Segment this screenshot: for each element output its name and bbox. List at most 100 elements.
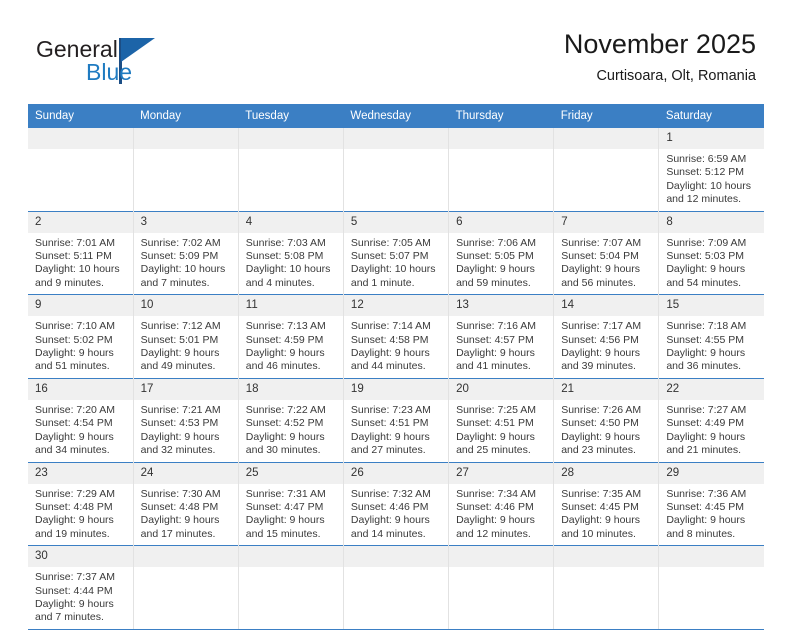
sunset-text: Sunset: 4:46 PM <box>456 500 534 513</box>
sunset-text: Sunset: 4:45 PM <box>666 500 744 513</box>
sunrise-text: Sunrise: 7:25 AM <box>456 403 537 416</box>
day-cell-empty <box>553 128 660 212</box>
day-cell-21[interactable]: 21 Sunrise: 7:26 AM Sunset: 4:50 PM Dayligh… <box>553 377 660 462</box>
daylight-text-cont: and 54 minutes. <box>666 276 742 289</box>
day-cell-6[interactable]: 6 Sunrise: 7:06 AM Sunset: 5:05 PM Daylight… <box>448 210 555 295</box>
day-cell-empty <box>237 128 344 212</box>
day-details: Sunrise: 7:22 AM Sunset: 4:52 PM Daylight:… <box>239 400 343 462</box>
day-number <box>554 128 659 149</box>
day-number: 11 <box>238 295 343 317</box>
day-number <box>343 546 449 568</box>
sunset-text: Sunset: 5:05 PM <box>456 250 534 263</box>
day-cell-22[interactable]: 22 Sunrise: 7:27 AM Sunset: 4:49 PM Dayligh… <box>658 377 764 462</box>
sunrise-text: Sunrise: 7:01 AM <box>35 236 115 249</box>
sunset-text: Sunset: 4:56 PM <box>561 333 639 346</box>
daylight-text: Daylight: 10 hours <box>666 179 751 192</box>
sunset-text: Sunset: 4:59 PM <box>245 333 324 346</box>
day-cell-28[interactable]: 28 Sunrise: 7:35 AM Sunset: 4:45 PM Dayligh… <box>553 461 660 546</box>
sunrise-text: Sunrise: 7:31 AM <box>245 487 326 500</box>
day-cell-11[interactable]: 11 Sunrise: 7:13 AM Sunset: 4:59 PM Dayligh… <box>237 294 344 379</box>
day-number: 4 <box>238 211 343 233</box>
day-number: 22 <box>659 378 764 400</box>
sunrise-text: Sunrise: 7:05 AM <box>350 236 431 249</box>
sunset-text: Sunset: 4:47 PM <box>245 500 324 513</box>
day-cell-15[interactable]: 15 Sunrise: 7:18 AM Sunset: 4:55 PM Dayligh… <box>658 294 764 379</box>
day-cell-3[interactable]: 3 Sunrise: 7:02 AM Sunset: 5:09 PM Daylight… <box>132 210 239 295</box>
daylight-text-cont: and 36 minutes. <box>666 360 742 373</box>
sunset-text: Sunset: 5:04 PM <box>561 250 639 263</box>
day-cell-16[interactable]: 16 Sunrise: 7:20 AM Sunset: 4:54 PM Dayligh… <box>28 377 134 462</box>
sunrise-text: Sunrise: 7:14 AM <box>350 320 431 333</box>
daylight-text: Daylight: 9 hours <box>245 347 325 360</box>
day-cell-23[interactable]: 23 Sunrise: 7:29 AM Sunset: 4:48 PM Dayligh… <box>28 461 134 546</box>
day-details: Sunrise: 7:25 AM Sunset: 4:51 PM Daylight:… <box>449 400 553 462</box>
sunrise-text: Sunrise: 7:07 AM <box>561 236 642 249</box>
calendar-week-row: 23 Sunrise: 7:29 AM Sunset: 4:48 PM Dayligh… <box>28 461 764 546</box>
day-cell-12[interactable]: 12 Sunrise: 7:14 AM Sunset: 4:58 PM Dayligh… <box>342 294 450 379</box>
day-cell-1[interactable]: 1 Sunrise: 6:59 AM Sunset: 5:12 PM Daylight… <box>658 128 764 212</box>
sunrise-text: Sunrise: 6:59 AM <box>666 153 747 165</box>
daylight-text-cont: and 30 minutes. <box>245 444 321 457</box>
sunrise-text: Sunrise: 7:20 AM <box>35 403 115 416</box>
daylight-text: Daylight: 9 hours <box>666 347 746 360</box>
daylight-text: Daylight: 9 hours <box>456 514 535 527</box>
day-cell-24[interactable]: 24 Sunrise: 7:30 AM Sunset: 4:48 PM Dayligh… <box>132 461 239 546</box>
daylight-text: Daylight: 9 hours <box>666 514 746 527</box>
sunrise-text: Sunrise: 7:22 AM <box>245 403 326 416</box>
sunset-text: Sunset: 4:51 PM <box>456 417 534 430</box>
day-details: Sunrise: 7:34 AM Sunset: 4:46 PM Daylight:… <box>449 484 553 546</box>
sunrise-text: Sunrise: 7:34 AM <box>456 487 537 500</box>
daylight-text: Daylight: 9 hours <box>245 430 325 443</box>
day-details: Sunrise: 7:37 AM Sunset: 4:44 PM Daylight:… <box>28 567 133 629</box>
day-details: Sunrise: 7:36 AM Sunset: 4:45 PM Daylight:… <box>659 484 764 546</box>
daylight-text-cont: and 51 minutes. <box>35 360 110 373</box>
day-cell-29[interactable]: 29 Sunrise: 7:36 AM Sunset: 4:45 PM Dayligh… <box>658 461 764 546</box>
sunrise-text: Sunrise: 7:02 AM <box>140 236 221 249</box>
sunrise-text: Sunrise: 7:23 AM <box>350 403 431 416</box>
day-number <box>449 128 554 149</box>
day-cell-10[interactable]: 10 Sunrise: 7:12 AM Sunset: 5:01 PM Dayligh… <box>132 294 239 379</box>
day-cell-26[interactable]: 26 Sunrise: 7:32 AM Sunset: 4:46 PM Dayligh… <box>342 461 450 546</box>
daylight-text-cont: and 9 minutes. <box>35 276 104 289</box>
day-cell-25[interactable]: 25 Sunrise: 7:31 AM Sunset: 4:47 PM Dayligh… <box>237 461 344 546</box>
day-cell-18[interactable]: 18 Sunrise: 7:22 AM Sunset: 4:52 PM Dayligh… <box>237 377 344 462</box>
sunset-text: Sunset: 5:09 PM <box>140 250 219 263</box>
sunset-text: Sunset: 4:54 PM <box>35 417 113 430</box>
day-cell-5[interactable]: 5 Sunrise: 7:05 AM Sunset: 5:07 PM Daylight… <box>342 210 450 295</box>
day-cell-9[interactable]: 9 Sunrise: 7:10 AM Sunset: 5:02 PM Daylight… <box>28 294 134 379</box>
sunrise-text: Sunrise: 7:26 AM <box>561 403 642 416</box>
day-number: 28 <box>554 462 659 484</box>
day-cell-7[interactable]: 7 Sunrise: 7:07 AM Sunset: 5:04 PM Daylight… <box>553 210 660 295</box>
day-cell-20[interactable]: 20 Sunrise: 7:25 AM Sunset: 4:51 PM Dayligh… <box>448 377 555 462</box>
general-blue-logo[interactable]: General Blue <box>36 36 256 92</box>
daylight-text: Daylight: 9 hours <box>456 263 535 276</box>
day-cell-17[interactable]: 17 Sunrise: 7:21 AM Sunset: 4:53 PM Dayligh… <box>132 377 239 462</box>
day-number: 16 <box>28 378 133 400</box>
weekday-header-sunday: Sunday <box>28 104 134 128</box>
day-cell-14[interactable]: 14 Sunrise: 7:17 AM Sunset: 4:56 PM Dayligh… <box>553 294 660 379</box>
day-cell-13[interactable]: 13 Sunrise: 7:16 AM Sunset: 4:57 PM Dayligh… <box>448 294 555 379</box>
sunset-text: Sunset: 4:58 PM <box>350 333 429 346</box>
calendar-week-row: 9 Sunrise: 7:10 AM Sunset: 5:02 PM Daylight… <box>28 294 764 379</box>
day-cell-2[interactable]: 2 Sunrise: 7:01 AM Sunset: 5:11 PM Daylight… <box>28 210 134 295</box>
daylight-text-cont: and 8 minutes. <box>666 527 736 540</box>
day-cell-4[interactable]: 4 Sunrise: 7:03 AM Sunset: 5:08 PM Daylight… <box>237 210 344 295</box>
day-number <box>449 546 554 568</box>
title-block: November 2025 Curtisoara, Olt, Romania <box>336 28 756 86</box>
daylight-text-cont: and 15 minutes. <box>245 527 321 540</box>
day-details: Sunrise: 7:26 AM Sunset: 4:50 PM Daylight:… <box>554 400 658 462</box>
day-cell-30[interactable]: 30 Sunrise: 7:37 AM Sunset: 4:44 PM Dayligh… <box>28 545 134 629</box>
daylight-text: Daylight: 9 hours <box>350 430 430 443</box>
day-details: Sunrise: 7:05 AM Sunset: 5:07 PM Daylight:… <box>344 233 448 295</box>
day-cell-19[interactable]: 19 Sunrise: 7:23 AM Sunset: 4:51 PM Dayligh… <box>342 377 450 462</box>
daylight-text: Daylight: 9 hours <box>561 347 640 360</box>
day-cell-27[interactable]: 27 Sunrise: 7:34 AM Sunset: 4:46 PM Dayligh… <box>448 461 555 546</box>
day-number <box>28 128 133 149</box>
sunrise-text: Sunrise: 7:12 AM <box>140 320 221 333</box>
daylight-text-cont: and 1 minute. <box>350 276 415 289</box>
daylight-text-cont: and 23 minutes. <box>561 444 636 457</box>
daylight-text-cont: and 10 minutes. <box>561 527 636 540</box>
sunrise-text: Sunrise: 7:16 AM <box>456 320 537 333</box>
day-cell-8[interactable]: 8 Sunrise: 7:09 AM Sunset: 5:03 PM Daylight… <box>658 210 764 295</box>
day-number: 24 <box>133 462 238 484</box>
